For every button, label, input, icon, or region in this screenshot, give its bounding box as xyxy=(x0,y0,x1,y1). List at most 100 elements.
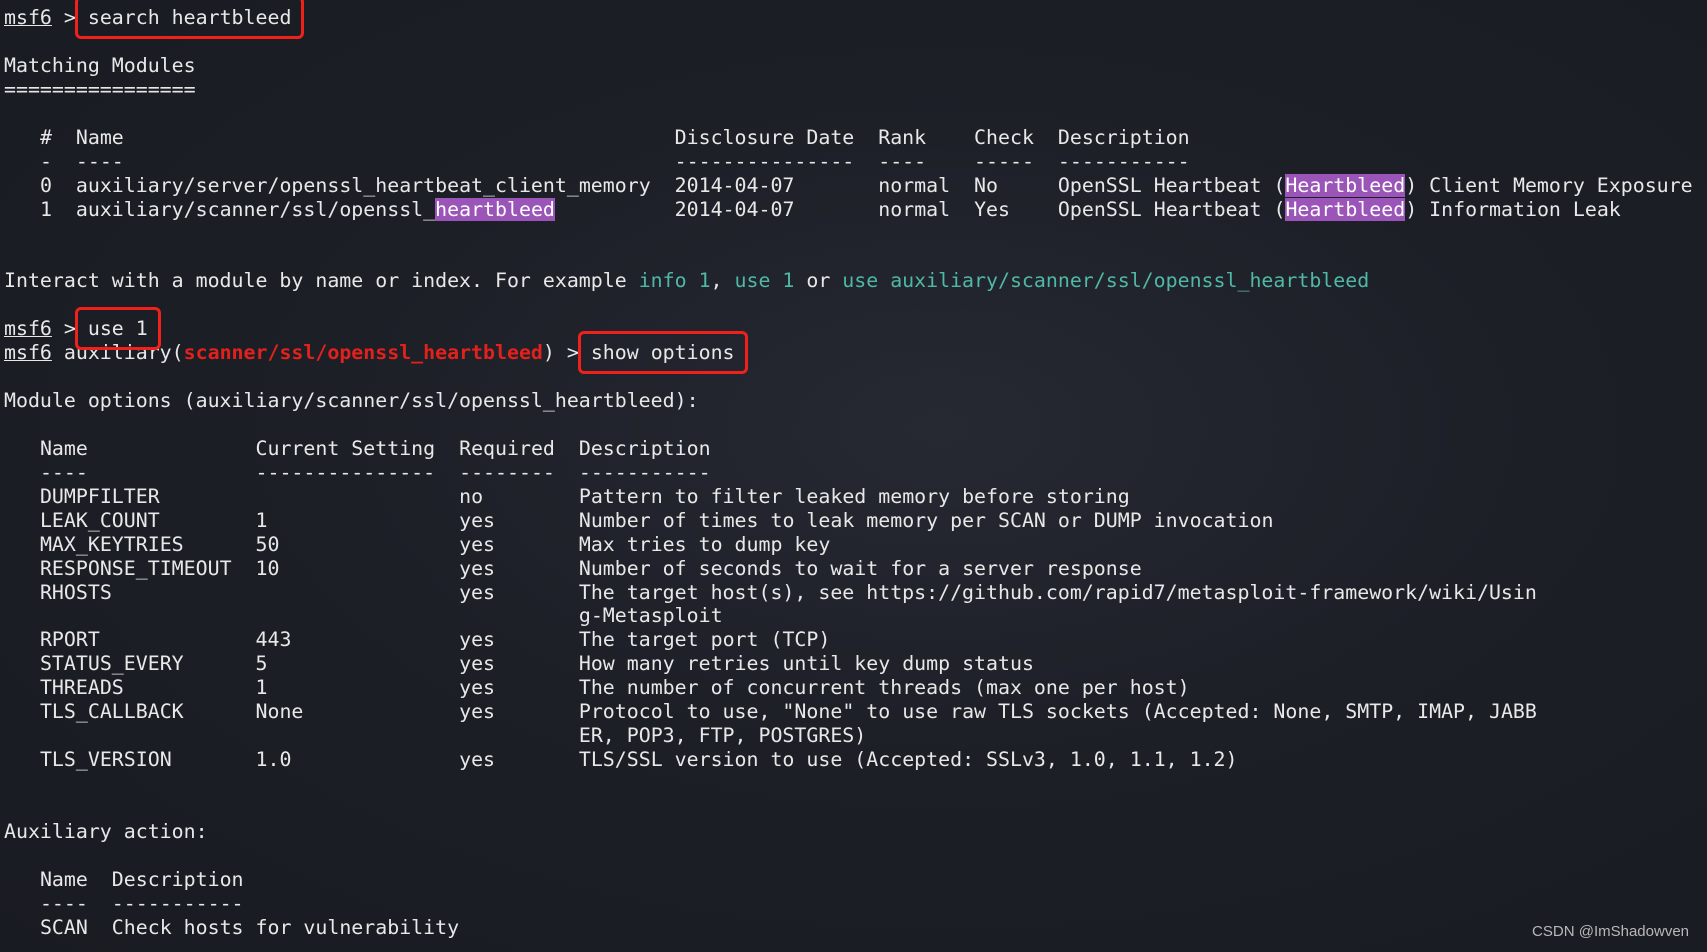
table-cell: OpenSSL Heartbeat ( xyxy=(1057,173,1286,197)
table-cell: 0 xyxy=(39,173,52,197)
table-cell: How many retries until key dump status xyxy=(578,652,1034,676)
table-cell: Number of seconds to wait for a server r… xyxy=(578,556,1142,580)
example-command: use 1 xyxy=(734,269,795,293)
table-cell: Description xyxy=(578,436,711,460)
module-row: 0 auxiliary/server/openssl_heartbeat_cli… xyxy=(4,173,1693,198)
table-cell: no xyxy=(459,484,484,508)
table-cell: Pattern to filter leaked memory before s… xyxy=(578,484,1130,508)
table-cell: None xyxy=(255,700,304,724)
example-command: info 1 xyxy=(638,269,711,293)
table-cell: RESPONSE_TIMEOUT xyxy=(39,556,232,580)
table-cell: Required xyxy=(459,436,555,460)
table-cell: SCAN xyxy=(39,915,88,939)
option-row-continued: ER, POP3, FTP, POSTGRES) xyxy=(4,724,1693,748)
table-cell: 1 xyxy=(39,197,52,221)
table-cell: yes xyxy=(459,556,496,580)
command-input[interactable]: show options xyxy=(577,331,748,375)
table-cell: --------------- xyxy=(255,460,436,484)
table-cell: LEAK_COUNT xyxy=(39,508,160,532)
table-cell: 5 xyxy=(255,652,268,676)
command-input[interactable]: search heartbleed xyxy=(74,0,305,39)
option-row: RHOSTS yes The target host(s), see https… xyxy=(4,581,1693,605)
terminal-output[interactable]: msf6 > search heartbleed Matching Modules… xyxy=(4,0,1693,940)
table-cell: DUMPFILTER xyxy=(39,484,160,508)
table-cell: Disclosure Date xyxy=(674,125,855,149)
table-cell: auxiliary/scanner/ssl/openssl_ xyxy=(75,197,436,221)
use-command-line: msf6 > use 1 xyxy=(4,307,1693,351)
table-cell: 1 xyxy=(255,676,268,700)
table-cell: ---- xyxy=(878,149,927,173)
table-cell: yes xyxy=(459,508,496,532)
text: , xyxy=(710,269,735,293)
table-cell: Check hosts for vulnerability xyxy=(111,915,460,939)
option-row: TLS_CALLBACK None yes Protocol to use, "… xyxy=(4,700,1693,724)
table-cell: yes xyxy=(459,700,496,724)
table-cell: ---- xyxy=(39,891,88,915)
table-cell: Check xyxy=(974,125,1034,149)
table-cell: yes xyxy=(459,652,496,676)
action-row: SCAN Check hosts for vulnerability xyxy=(4,916,1693,940)
search-highlight: Heartbleed xyxy=(1285,173,1406,197)
text: Interact with a module by name or index.… xyxy=(4,269,639,293)
table-cell: Current Setting xyxy=(255,436,436,460)
table-cell: No xyxy=(974,173,998,197)
table-header: Name Current Setting Required Descriptio… xyxy=(4,437,1693,461)
prompt-msf6: msf6 xyxy=(4,317,52,341)
table-divider: ---- ----------- xyxy=(4,892,1693,916)
table-cell: ----------- xyxy=(111,891,244,915)
table-cell: Max tries to dump key xyxy=(578,532,831,556)
table-cell: ----- xyxy=(974,149,1034,173)
section-title: Matching Modules xyxy=(4,54,1693,78)
table-cell: THREADS xyxy=(39,676,124,700)
table-cell: ---- xyxy=(39,460,88,484)
table-cell: ) Information Leak xyxy=(1405,197,1621,221)
table-cell: ----------- xyxy=(1057,149,1190,173)
table-cell: Yes xyxy=(974,197,1011,221)
